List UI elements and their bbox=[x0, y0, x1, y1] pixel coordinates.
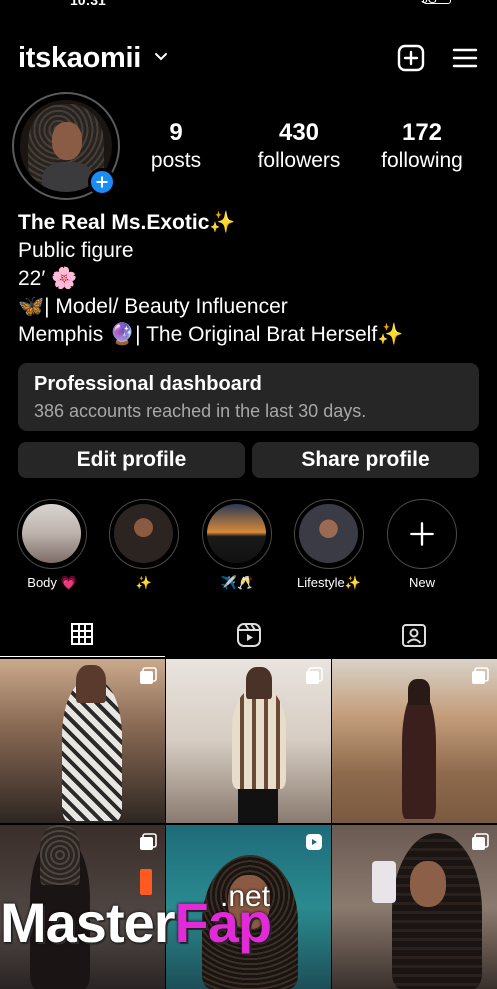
tab-reels[interactable] bbox=[166, 618, 331, 656]
bio-line: 🦋| Model/ Beauty Influencer bbox=[18, 295, 288, 318]
highlight-item[interactable]: ✈️🥂 bbox=[198, 499, 276, 591]
profile-header: itskaomii bbox=[0, 38, 497, 82]
status-time: 10:31 bbox=[70, 0, 106, 8]
edit-profile-button[interactable]: Edit profile bbox=[18, 442, 245, 478]
stat-posts[interactable]: 9 posts bbox=[140, 118, 212, 174]
reels-icon bbox=[237, 623, 261, 647]
highlight-item[interactable]: Body 💗 bbox=[13, 499, 91, 591]
tab-posts-grid[interactable] bbox=[0, 618, 165, 657]
chevron-down-icon[interactable] bbox=[154, 52, 168, 62]
multi-photo-icon bbox=[472, 833, 489, 850]
status-bar: 10:31 5G bbox=[0, 0, 497, 8]
bio: The Real Ms.Exotic✨ Public figure 22′ 🌸 … bbox=[18, 209, 403, 349]
highlight-cover bbox=[294, 499, 364, 569]
highlight-label: ✈️🥂 bbox=[220, 575, 254, 590]
followers-count: 430 bbox=[278, 119, 320, 146]
bio-category: Public figure bbox=[18, 239, 134, 262]
new-highlight-button[interactable]: New bbox=[383, 499, 461, 590]
create-post-icon[interactable] bbox=[397, 44, 425, 72]
following-count: 172 bbox=[401, 119, 443, 146]
profile-tabs bbox=[0, 618, 497, 657]
dashboard-subtitle: 386 accounts reached in the last 30 days… bbox=[34, 401, 367, 421]
new-highlight-circle bbox=[387, 499, 457, 569]
share-profile-button[interactable]: Share profile bbox=[252, 442, 479, 478]
bio-line: Memphis 🔮| The Original Brat Herself✨ bbox=[18, 323, 404, 346]
post-thumbnail[interactable] bbox=[332, 659, 497, 823]
highlight-item[interactable]: ✨ bbox=[105, 499, 183, 591]
grid-icon bbox=[71, 623, 93, 645]
site-watermark: .net MasterFap bbox=[0, 880, 497, 960]
highlight-item[interactable]: Lifestyle✨ bbox=[290, 499, 368, 591]
highlight-cover bbox=[202, 499, 272, 569]
tab-tagged[interactable] bbox=[331, 618, 496, 656]
stat-followers[interactable]: 430 followers bbox=[245, 118, 353, 174]
posts-label: posts bbox=[150, 149, 202, 172]
post-thumbnail[interactable] bbox=[166, 659, 331, 823]
reel-icon bbox=[306, 834, 322, 850]
highlight-label: Lifestyle✨ bbox=[297, 575, 361, 590]
following-label: following bbox=[381, 149, 463, 172]
bio-line: 22′ 🌸 bbox=[18, 267, 78, 290]
battery-icon bbox=[423, 0, 451, 4]
multi-photo-icon bbox=[140, 667, 157, 684]
posts-count: 9 bbox=[169, 119, 183, 146]
plus-icon bbox=[410, 522, 434, 546]
menu-icon[interactable] bbox=[451, 44, 479, 72]
display-name: The Real Ms.Exotic✨ bbox=[18, 211, 236, 234]
highlight-label: ✨ bbox=[135, 575, 153, 590]
add-story-icon[interactable] bbox=[88, 168, 116, 196]
highlight-label: New bbox=[408, 575, 435, 590]
highlight-cover bbox=[17, 499, 87, 569]
tagged-person-icon bbox=[402, 624, 426, 647]
watermark-fap: Fap bbox=[174, 891, 273, 954]
highlight-cover bbox=[109, 499, 179, 569]
post-thumbnail[interactable] bbox=[0, 659, 165, 823]
highlight-label: Body 💗 bbox=[27, 575, 77, 590]
multi-photo-icon bbox=[306, 667, 323, 684]
dashboard-title: Professional dashboard bbox=[34, 373, 262, 395]
username-switcher[interactable]: itskaomii bbox=[18, 42, 141, 75]
followers-label: followers bbox=[257, 149, 341, 172]
watermark-master: Master bbox=[0, 891, 176, 954]
stat-following[interactable]: 172 following bbox=[372, 118, 472, 174]
multi-photo-icon bbox=[472, 667, 489, 684]
multi-photo-icon bbox=[140, 833, 157, 850]
professional-dashboard[interactable]: Professional dashboard 386 accounts reac… bbox=[18, 363, 479, 431]
watermark-text: MasterFap bbox=[0, 890, 273, 955]
